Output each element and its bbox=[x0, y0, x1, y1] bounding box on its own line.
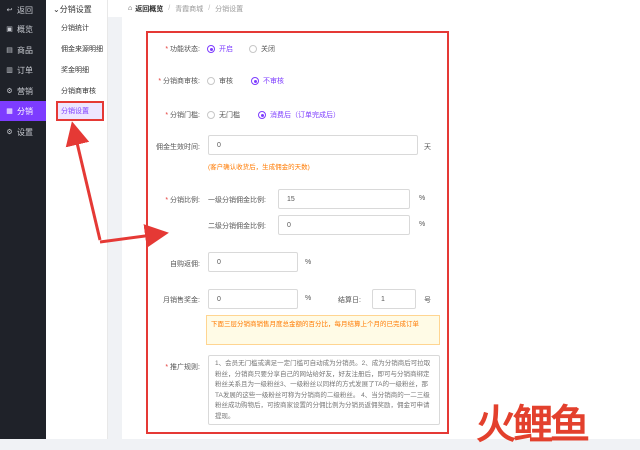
audit-no-radio[interactable]: 不审核 bbox=[251, 76, 284, 86]
audit-yes-radio[interactable]: 审核 bbox=[207, 76, 233, 86]
level2-ratio-input[interactable]: 0 bbox=[278, 215, 410, 235]
threshold-none-radio[interactable]: 无门槛 bbox=[207, 110, 240, 120]
threshold-consume-radio[interactable]: 消费后（订单完成后） bbox=[258, 110, 340, 120]
ratio-label: * 分销比例: bbox=[165, 197, 200, 204]
effective-time-input[interactable]: 0 bbox=[208, 135, 418, 155]
level2-ratio-label: 二级分销佣金比例: bbox=[208, 223, 266, 230]
rules-label: * 推广规则: bbox=[165, 364, 200, 371]
monthly-bonus-label: 月销售奖金: bbox=[163, 297, 200, 304]
rules-textarea[interactable]: 1、会员无门槛或满足一定门槛可自动成为分销员。2、成为分销商后可拉取粉丝，分销商… bbox=[208, 355, 440, 425]
self-rebate-unit: % bbox=[305, 259, 312, 266]
settle-day-unit: 号 bbox=[424, 297, 431, 304]
monthly-bonus-unit: % bbox=[305, 295, 312, 302]
monthly-bonus-notice: 下面三层分销商销售月度总金额的百分比，每月结算上个月的已完成订单 bbox=[206, 315, 440, 345]
settle-day-input[interactable]: 1 bbox=[372, 289, 416, 309]
monthly-bonus-input[interactable]: 0 bbox=[208, 289, 298, 309]
status-label: * 功能状态: bbox=[165, 46, 200, 53]
level1-ratio-label: 一级分销佣金比例: bbox=[208, 197, 266, 204]
effective-time-label: 佣金生效时间: bbox=[156, 144, 200, 151]
level2-ratio-unit: % bbox=[419, 221, 426, 228]
self-rebate-input[interactable]: 0 bbox=[208, 252, 298, 272]
level1-ratio-input[interactable]: 15 bbox=[278, 189, 410, 209]
status-on-radio[interactable]: 开启 bbox=[207, 44, 233, 54]
effective-time-unit: 天 bbox=[424, 144, 431, 151]
status-off-radio[interactable]: 关闭 bbox=[249, 44, 275, 54]
audit-label: * 分销商审核: bbox=[158, 78, 200, 85]
self-rebate-label: 自购返佣: bbox=[170, 261, 200, 268]
threshold-label: * 分销门槛: bbox=[165, 112, 200, 119]
effective-time-hint: (客户确认收货后，生成佣金的天数) bbox=[208, 164, 310, 171]
watermark-logo: 火鲤鱼 bbox=[476, 402, 590, 448]
settle-day-label: 结算日: bbox=[338, 297, 361, 304]
level1-ratio-unit: % bbox=[419, 195, 426, 202]
annotation-arrow-up bbox=[65, 121, 102, 241]
